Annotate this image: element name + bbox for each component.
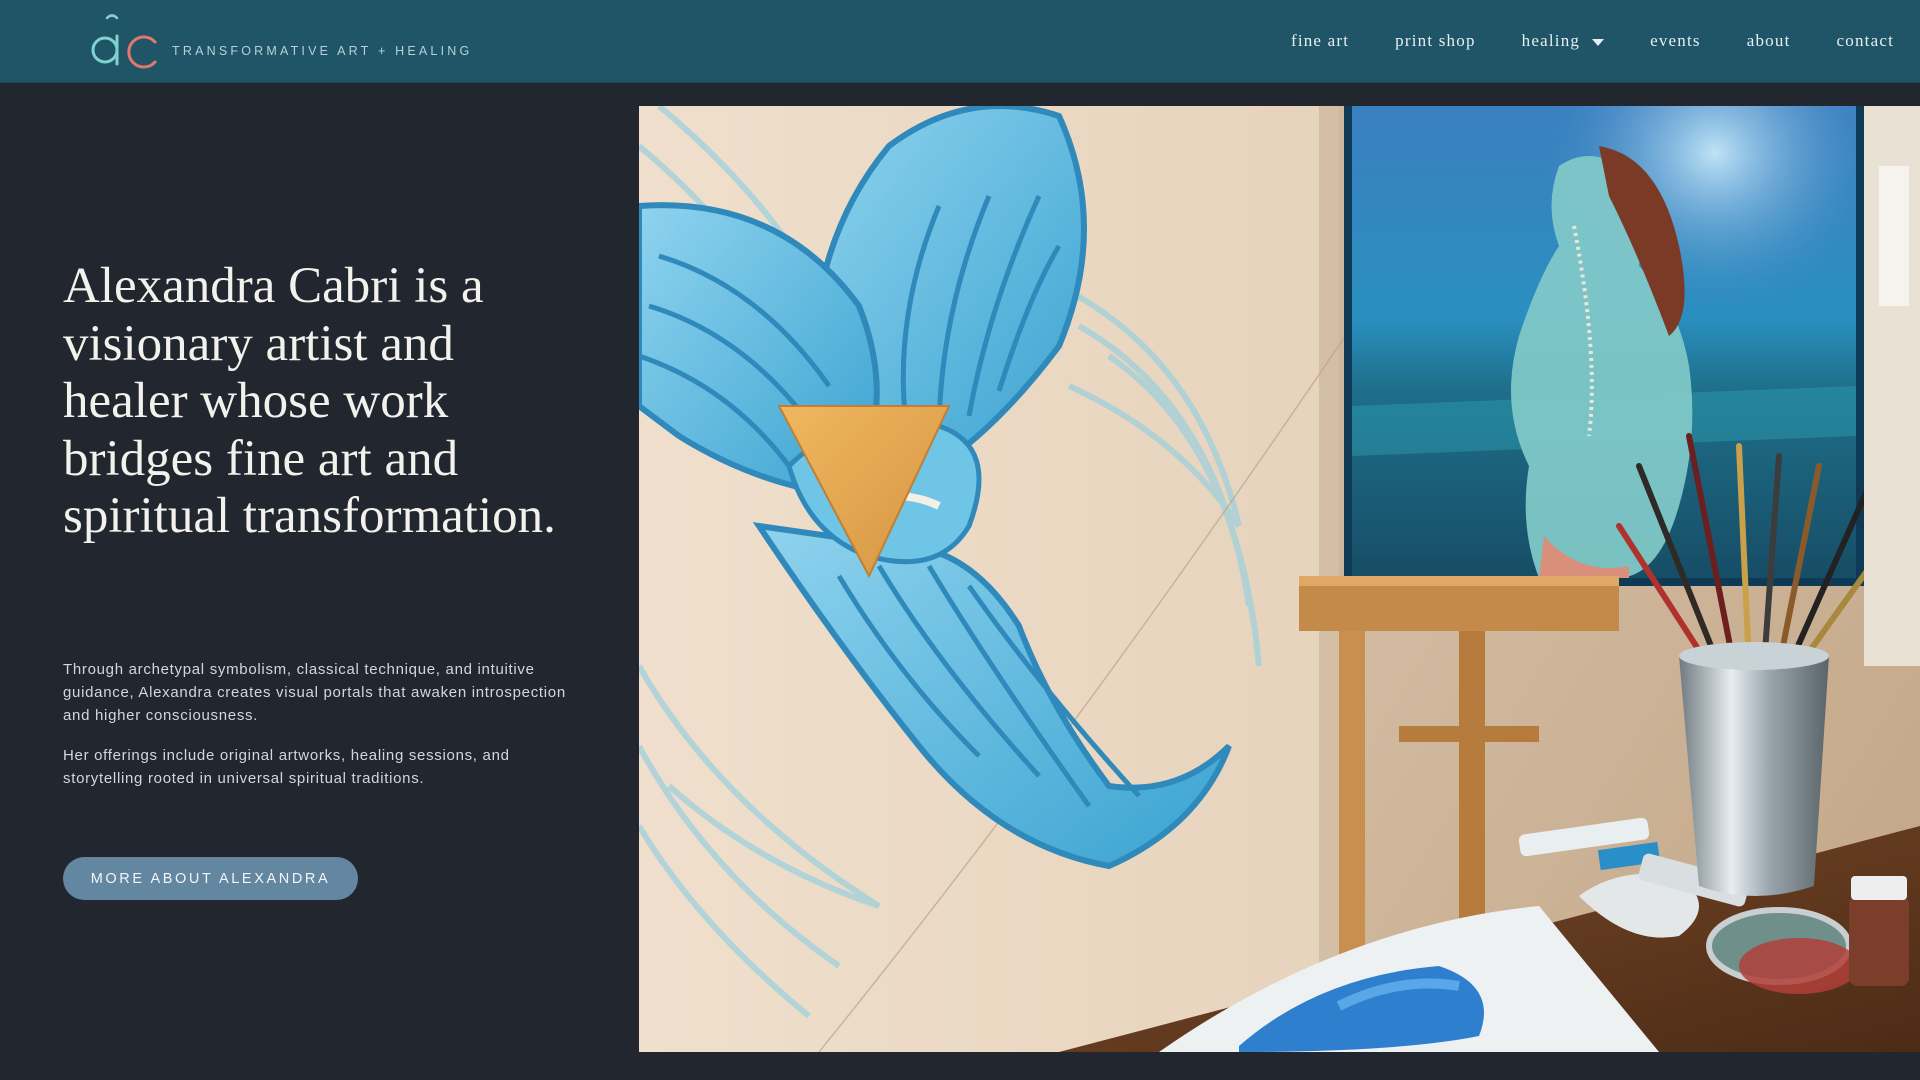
ac-monogram-logo[interactable] bbox=[82, 12, 162, 72]
nav-item-label[interactable]: healing bbox=[1522, 31, 1580, 51]
site-tagline: TRANSFORMATIVE ART + HEALING bbox=[172, 44, 473, 58]
nav-item-label[interactable]: print shop bbox=[1395, 31, 1475, 51]
hero-paragraph-2: Her offerings include original artworks,… bbox=[63, 747, 510, 787]
nav-item-label[interactable]: contact bbox=[1837, 31, 1894, 51]
nav-item-fine-art[interactable]: fine art bbox=[1291, 31, 1349, 51]
caret-down-icon[interactable] bbox=[1592, 38, 1605, 46]
main-nav: fine art print shop healing events about… bbox=[1291, 31, 1894, 51]
nav-item-label[interactable]: about bbox=[1747, 31, 1791, 51]
more-about-button[interactable]: MORE ABOUT ALEXANDRA bbox=[63, 857, 358, 900]
artist-studio-painting-image bbox=[639, 106, 1920, 1052]
nav-item-about[interactable]: about bbox=[1747, 31, 1791, 51]
nav-item-label[interactable]: fine art bbox=[1291, 31, 1349, 51]
nav-item-contact[interactable]: contact bbox=[1837, 31, 1894, 51]
nav-item-healing[interactable]: healing bbox=[1522, 31, 1605, 51]
nav-item-label[interactable]: events bbox=[1650, 31, 1701, 51]
nav-item-print-shop[interactable]: print shop bbox=[1395, 31, 1475, 51]
hero-headline: Alexandra Cabri is a visionary artist an… bbox=[63, 258, 556, 544]
nav-item-events[interactable]: events bbox=[1650, 31, 1701, 51]
site-header: TRANSFORMATIVE ART + HEALING fine art pr… bbox=[0, 0, 1920, 83]
hero-paragraph-1: Through archetypal symbolism, classical … bbox=[63, 661, 566, 724]
studio-illustration bbox=[639, 106, 1920, 1052]
